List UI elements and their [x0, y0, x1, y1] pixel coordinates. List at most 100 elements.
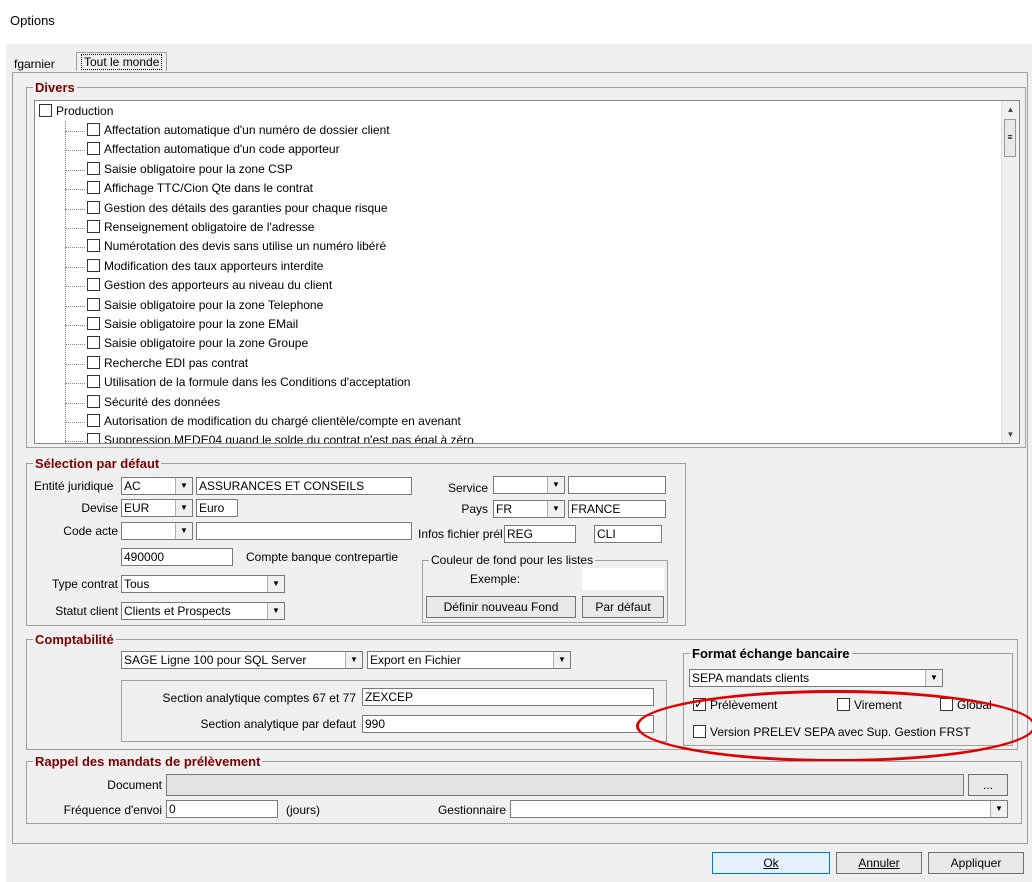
- chevron-down-icon[interactable]: ▼: [175, 500, 192, 516]
- chevron-down-icon[interactable]: ▼: [175, 478, 192, 494]
- tree-item[interactable]: Affectation automatique d'un numéro de d…: [87, 121, 390, 140]
- document-field[interactable]: [166, 774, 964, 796]
- checkbox[interactable]: [87, 142, 100, 156]
- pays-name-field[interactable]: FRANCE: [568, 500, 666, 518]
- definir-fond-button[interactable]: Définir nouveau Fond: [426, 596, 576, 618]
- tree-scrollbar[interactable]: ▲ ≡ ▼: [1001, 101, 1019, 443]
- browse-button[interactable]: ...: [968, 774, 1008, 796]
- infos-field-2[interactable]: CLI: [594, 525, 662, 543]
- checkbox[interactable]: [87, 258, 100, 272]
- chevron-down-icon[interactable]: ▼: [175, 523, 192, 539]
- service-name-field[interactable]: [568, 476, 666, 494]
- couleur-legend: Couleur de fond pour les listes: [431, 553, 594, 567]
- checkbox[interactable]: [87, 278, 100, 292]
- checkbox[interactable]: [87, 161, 100, 175]
- chevron-down-icon[interactable]: ▼: [925, 670, 942, 686]
- logiciel-value: SAGE Ligne 100 pour SQL Server: [124, 653, 307, 667]
- format-dropdown[interactable]: SEPA mandats clients ▼: [689, 669, 943, 687]
- gestionnaire-dropdown[interactable]: ▼: [510, 800, 1008, 818]
- tree-item[interactable]: Recherche EDI pas contrat: [87, 354, 248, 373]
- tree-connector: [65, 228, 85, 229]
- checkbox[interactable]: [87, 355, 100, 369]
- service-dropdown[interactable]: ▼: [493, 476, 565, 494]
- tree-item[interactable]: Affectation automatique d'un code apport…: [87, 140, 340, 159]
- chevron-down-icon[interactable]: ▼: [267, 603, 284, 619]
- annuler-button[interactable]: Annuler: [836, 852, 922, 874]
- checkbox[interactable]: [87, 394, 100, 408]
- options-tree[interactable]: Production Affectation automatique d'un …: [34, 100, 1020, 444]
- checkbox[interactable]: [87, 433, 100, 443]
- checkbox[interactable]: [39, 104, 52, 117]
- chevron-down-icon[interactable]: ▼: [267, 576, 284, 592]
- document-label: Document: [107, 778, 162, 792]
- scroll-up-icon[interactable]: ▲: [1002, 101, 1019, 118]
- devise-code: EUR: [124, 501, 150, 515]
- export-dropdown[interactable]: Export en Fichier ▼: [367, 651, 571, 669]
- tree-item[interactable]: Autorisation de modification du chargé c…: [87, 412, 461, 431]
- code-acte-dropdown[interactable]: ▼: [121, 522, 193, 540]
- tree-item-label: Recherche EDI pas contrat: [104, 355, 249, 370]
- tree-item[interactable]: Renseignement obligatoire de l'adresse: [87, 218, 314, 237]
- pays-code: FR: [496, 502, 512, 516]
- tree-root-label: Production: [56, 104, 114, 118]
- tree-item[interactable]: Affichage TTC/Cion Qte dans le contrat: [87, 179, 313, 198]
- appliquer-button[interactable]: Appliquer: [928, 852, 1024, 874]
- frequence-field[interactable]: 0: [166, 800, 278, 818]
- tree-item[interactable]: Modification des taux apporteurs interdi…: [87, 257, 323, 276]
- sectiondef-field[interactable]: 990: [362, 715, 654, 733]
- devise-name-field[interactable]: Euro: [196, 499, 238, 517]
- type-contrat-dropdown[interactable]: Tous ▼: [121, 575, 285, 593]
- chevron-down-icon[interactable]: ▼: [345, 652, 362, 668]
- tree-item[interactable]: Gestion des détails des garanties pour c…: [87, 199, 388, 218]
- pays-dropdown[interactable]: FR ▼: [493, 500, 565, 518]
- compte-field[interactable]: 490000: [121, 548, 233, 566]
- tab-fgarnier[interactable]: fgarnier: [14, 55, 55, 73]
- red-highlight-ellipse: [636, 690, 1032, 762]
- tree-item-label: Saisie obligatoire pour la zone CSP: [104, 161, 293, 176]
- section67-field[interactable]: ZEXCEP: [362, 688, 654, 706]
- tree-item[interactable]: Saisie obligatoire pour la zone CSP: [87, 160, 293, 179]
- checkbox[interactable]: [87, 239, 100, 253]
- tree-item[interactable]: Sécurité des données: [87, 393, 220, 412]
- ok-button[interactable]: Ok: [712, 852, 830, 874]
- par-defaut-button[interactable]: Par défaut: [582, 596, 664, 618]
- jours-label: (jours): [286, 803, 321, 817]
- statut-client-dropdown[interactable]: Clients et Prospects ▼: [121, 602, 285, 620]
- scroll-down-icon[interactable]: ▼: [1002, 426, 1019, 443]
- checkbox[interactable]: [87, 317, 100, 330]
- checkbox[interactable]: [87, 200, 100, 214]
- checkbox[interactable]: [87, 220, 100, 233]
- tree-item[interactable]: Numérotation des devis sans utilise un n…: [87, 237, 386, 256]
- checkbox[interactable]: [87, 375, 100, 389]
- entite-dropdown[interactable]: AC ▼: [121, 477, 193, 495]
- tree-item[interactable]: Saisie obligatoire pour la zone EMail: [87, 315, 298, 334]
- tree-item[interactable]: Suppression MEDE04 quand le solde du con…: [87, 431, 474, 443]
- tree-item[interactable]: Saisie obligatoire pour la zone Groupe: [87, 334, 308, 353]
- tree-item[interactable]: Saisie obligatoire pour la zone Telephon…: [87, 296, 323, 315]
- chevron-down-icon[interactable]: ▼: [553, 652, 570, 668]
- scroll-thumb[interactable]: ≡: [1004, 119, 1016, 157]
- checkbox[interactable]: [87, 123, 100, 136]
- entite-code: AC: [124, 479, 141, 493]
- infos-field-1[interactable]: REG: [504, 525, 576, 543]
- logiciel-dropdown[interactable]: SAGE Ligne 100 pour SQL Server ▼: [121, 651, 363, 669]
- tree-connector: [65, 169, 85, 171]
- chevron-down-icon[interactable]: ▼: [547, 501, 564, 517]
- code-acte-name-field[interactable]: [196, 522, 412, 540]
- tree-item[interactable]: Gestion des apporteurs au niveau du clie…: [87, 276, 332, 295]
- type-contrat-value: Tous: [124, 577, 150, 591]
- tab-tout-le-monde[interactable]: Tout le monde: [76, 52, 168, 71]
- tree-item[interactable]: Utilisation de la formule dans les Condi…: [87, 373, 410, 392]
- tree-item-label: Sécurité des données: [104, 394, 221, 409]
- checkbox[interactable]: [87, 297, 100, 311]
- exemple-label: Exemple:: [470, 572, 521, 586]
- chevron-down-icon[interactable]: ▼: [547, 477, 564, 493]
- checkbox[interactable]: [87, 414, 100, 427]
- devise-dropdown[interactable]: EUR ▼: [121, 499, 193, 517]
- checkbox[interactable]: [87, 336, 100, 350]
- tree-item-label: Affectation automatique d'un code apport…: [104, 142, 340, 157]
- tree-root[interactable]: Production: [39, 102, 113, 121]
- chevron-down-icon[interactable]: ▼: [990, 801, 1007, 817]
- entite-name-field[interactable]: ASSURANCES ET CONSEILS: [196, 477, 412, 495]
- checkbox[interactable]: [87, 181, 100, 195]
